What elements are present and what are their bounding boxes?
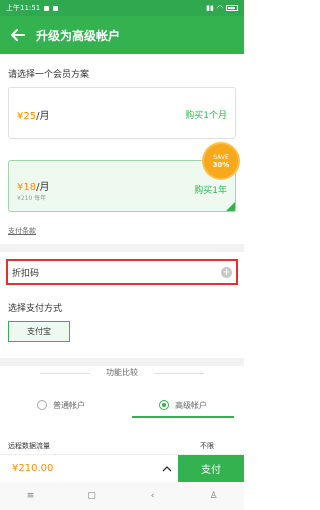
system-nav-bar: ≡ ▢ ‹ ♙ bbox=[0, 482, 244, 510]
plan-monthly-price: ¥25/月 bbox=[17, 107, 49, 122]
radio-icon bbox=[37, 400, 47, 410]
price-amount: ¥25 bbox=[17, 111, 37, 122]
price-amount: ¥18 bbox=[17, 182, 37, 193]
save-badge-line1: SAVE bbox=[213, 153, 229, 161]
pay-button[interactable]: 支付 bbox=[178, 455, 244, 482]
plus-icon[interactable]: + bbox=[221, 266, 232, 278]
plan-monthly-buy-label: 购买1个月 bbox=[185, 111, 227, 121]
payment-method-alipay[interactable]: 支付宝 bbox=[8, 321, 70, 342]
payment-terms-link[interactable]: 支付条款 bbox=[8, 226, 36, 236]
compare-title: 功能比较 bbox=[0, 367, 244, 378]
plan-yearly-subprice: ¥210 每年 bbox=[17, 195, 47, 202]
compare-tabs: 普通帐户 高级帐户 bbox=[0, 392, 244, 418]
plans-heading: 请选择一个会员方案 bbox=[8, 70, 90, 80]
app-bar: 升级为高级帐户 bbox=[0, 16, 244, 54]
feature-row: 远程数据流量 不限 bbox=[8, 441, 236, 451]
status-bar: 上午11:51 ▮▮ ◠ bbox=[0, 0, 244, 16]
tab-label: 普通帐户 bbox=[53, 400, 85, 410]
home-icon[interactable]: ▢ bbox=[80, 491, 104, 501]
plan-yearly-card[interactable]: ¥18/月 ¥210 每年 购买1年 bbox=[8, 160, 236, 212]
radio-icon bbox=[159, 400, 169, 410]
back-button[interactable] bbox=[0, 16, 36, 54]
price-unit: /月 bbox=[36, 182, 50, 193]
feature-name: 远程数据流量 bbox=[8, 442, 50, 450]
total-price: ¥210.00 bbox=[12, 463, 54, 474]
save-badge: SAVE 30% bbox=[204, 144, 238, 178]
notification-icon-2 bbox=[53, 5, 59, 11]
selected-corner-icon bbox=[226, 202, 235, 211]
chevron-up-icon[interactable] bbox=[156, 455, 178, 482]
tab-standard-account[interactable]: 普通帐户 bbox=[0, 392, 122, 418]
save-badge-line2: 30% bbox=[212, 160, 230, 169]
back-nav-icon[interactable]: ‹ bbox=[141, 491, 165, 501]
chevron-up-shape bbox=[162, 465, 172, 471]
battery-icon bbox=[226, 5, 238, 11]
tab-premium-account[interactable]: 高级帐户 bbox=[122, 392, 244, 418]
plan-yearly-price: ¥18/月 bbox=[17, 178, 49, 193]
divider-line bbox=[154, 372, 204, 374]
plan-monthly-card[interactable]: ¥25/月 购买1个月 bbox=[8, 87, 236, 139]
signal-icon: ▮▮ bbox=[206, 4, 214, 12]
checkout-bar: ¥210.00 支付 bbox=[0, 454, 244, 482]
discount-code-label: 折扣码 bbox=[12, 268, 40, 279]
compare-title-text: 功能比较 bbox=[106, 368, 138, 377]
price-unit: /月 bbox=[36, 111, 50, 122]
divider bbox=[0, 244, 244, 252]
menu-icon[interactable]: ≡ bbox=[19, 491, 43, 501]
accessibility-icon[interactable]: ♙ bbox=[202, 491, 226, 501]
status-time: 上午11:51 bbox=[6, 4, 41, 12]
wifi-icon: ◠ bbox=[216, 4, 223, 12]
arrow-left-icon bbox=[11, 29, 25, 41]
notification-icon bbox=[44, 5, 50, 11]
divider-line bbox=[40, 372, 90, 374]
feature-value: 不限 bbox=[200, 442, 214, 450]
page-title: 升级为高级帐户 bbox=[36, 28, 121, 43]
divider bbox=[0, 358, 244, 366]
discount-code-row[interactable]: 折扣码 + bbox=[6, 259, 238, 285]
payment-method-heading: 选择支付方式 bbox=[8, 304, 63, 314]
tab-label: 高级帐户 bbox=[175, 400, 207, 410]
plan-yearly-buy-label: 购买1年 bbox=[194, 186, 227, 196]
